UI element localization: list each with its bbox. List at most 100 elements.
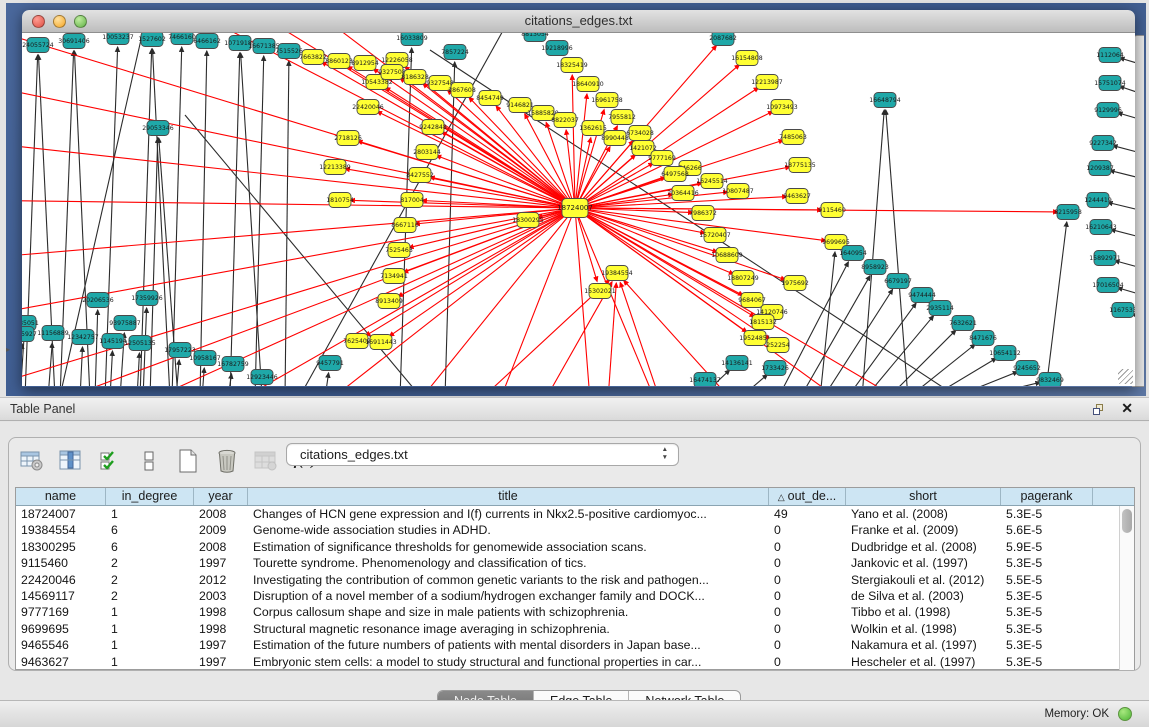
graph-node[interactable]: 8471676 — [969, 331, 997, 346]
graph-node[interactable]: 10688609 — [711, 248, 743, 263]
graph-edge[interactable] — [95, 310, 98, 386]
graph-node[interactable]: 1527602 — [138, 33, 166, 47]
graph-node[interactable]: 8913409 — [375, 294, 403, 309]
graph-edge[interactable] — [1110, 170, 1135, 183]
graph-node[interactable]: 10807487 — [722, 184, 754, 199]
window-resize-grip[interactable] — [1118, 369, 1133, 384]
graph-node[interactable]: 16154808 — [731, 51, 763, 66]
graph-node[interactable]: 7485063 — [779, 130, 807, 145]
graph-edge[interactable] — [1113, 146, 1135, 158]
graph-node[interactable]: 7466160 — [168, 33, 196, 45]
graph-node[interactable]: 1145194 — [99, 334, 127, 349]
graph-node[interactable]: 9777169 — [648, 151, 676, 166]
graph-edge[interactable] — [624, 280, 728, 386]
graph-node[interactable]: 10053237 — [102, 33, 134, 45]
graph-edge[interactable] — [420, 216, 569, 386]
table-row[interactable]: 946362711997Embryonic stem cells: a mode… — [16, 654, 1134, 670]
graph-node[interactable]: 8667110 — [391, 218, 419, 233]
graph-node[interactable]: 16782759 — [217, 357, 249, 372]
column-header-title[interactable]: title — [248, 488, 769, 505]
memory-status-icon[interactable] — [1118, 707, 1132, 721]
graph-node[interactable]: 1815132 — [749, 315, 777, 330]
column-header-short[interactable]: short — [846, 488, 1001, 505]
graph-node[interactable]: 17359926 — [131, 291, 163, 306]
graph-node[interactable]: 10654112 — [989, 346, 1021, 361]
graph-node[interactable]: 8912954 — [351, 56, 379, 71]
graph-node[interactable]: 2718126 — [334, 131, 362, 146]
graph-node[interactable]: 2803144 — [413, 145, 441, 160]
graph-node[interactable]: 7955812 — [608, 110, 636, 125]
table-row[interactable]: 1872400712008Changes of HCN gene express… — [16, 506, 1134, 522]
graph-node[interactable]: 12213389 — [319, 160, 351, 175]
graph-edge[interactable] — [576, 218, 590, 386]
graph-edge[interactable] — [886, 110, 908, 386]
graph-edge[interactable] — [241, 53, 262, 386]
table-row[interactable]: 969969511998Structural magnetic resonanc… — [16, 621, 1134, 637]
create-column-button[interactable] — [173, 447, 203, 475]
graph-node[interactable]: 8958923 — [861, 260, 889, 275]
graph-node[interactable]: 10973493 — [766, 100, 798, 115]
network-view-window[interactable]: citations_edges.txt 18724007240557243069… — [22, 10, 1135, 387]
graph-node[interactable]: 9463627 — [783, 189, 811, 204]
graph-edge[interactable] — [80, 347, 83, 386]
table-select-dropdown[interactable]: citations_edges.txt ▲▼ — [286, 443, 679, 466]
graph-node[interactable]: 9227342 — [1089, 136, 1117, 151]
graph-node[interactable]: 9457791 — [316, 356, 344, 371]
graph-node[interactable]: 6679197 — [884, 274, 912, 289]
table-row[interactable]: 1456911722003Disruption of a novel membe… — [16, 588, 1134, 604]
graph-edge[interactable] — [585, 192, 728, 207]
graph-node[interactable]: 10958167 — [189, 351, 221, 366]
graph-node[interactable]: 8215958 — [1054, 205, 1082, 220]
table-row[interactable]: 2242004622012Investigating the contribut… — [16, 572, 1134, 588]
graph-node[interactable]: 2087682 — [709, 33, 737, 46]
graph-node[interactable]: 9129996 — [1094, 103, 1122, 118]
graph-edge[interactable] — [330, 214, 567, 386]
graph-node[interactable]: 1112064 — [1096, 48, 1124, 63]
graph-node[interactable]: 29053346 — [142, 121, 174, 136]
graph-node[interactable]: 18775135 — [784, 158, 816, 173]
graph-node[interactable]: 1733426 — [761, 361, 789, 376]
network-canvas[interactable]: 1872400724055724306914061005323715276027… — [22, 33, 1135, 386]
panel-collapse-handle-left[interactable]: ▸ — [6, 345, 10, 354]
graph-node[interactable]: 18325419 — [556, 58, 588, 73]
graph-node[interactable]: 15720407 — [699, 228, 731, 243]
graph-node[interactable]: 8454749 — [476, 91, 504, 106]
graph-node[interactable]: 15302021 — [584, 284, 616, 299]
graph-node[interactable]: 8186328 — [401, 70, 429, 85]
column-header-pagerank[interactable]: pagerank — [1001, 488, 1093, 505]
graph-node[interactable]: 16474137 — [689, 373, 721, 387]
graph-node[interactable]: 93975887 — [109, 316, 141, 331]
graph-node[interactable]: 11156889 — [37, 326, 69, 341]
graph-node[interactable]: 9684067 — [738, 293, 766, 308]
close-window-button[interactable] — [32, 15, 45, 28]
graph-edge[interactable] — [800, 276, 870, 386]
graph-edge[interactable] — [862, 110, 884, 386]
graph-edge[interactable] — [578, 218, 597, 282]
graph-node[interactable]: 1810754 — [326, 193, 354, 208]
graph-node[interactable]: 18724007 — [557, 199, 593, 218]
graph-node[interactable]: 1167533 — [1109, 303, 1135, 318]
graph-node[interactable]: 30691406 — [58, 34, 90, 49]
graph-node[interactable]: 15751074 — [1094, 76, 1126, 91]
graph-edge[interactable] — [150, 138, 158, 386]
graph-node[interactable]: 817004 — [400, 193, 424, 208]
graph-node[interactable]: 16648794 — [869, 93, 901, 108]
graph-node[interactable]: 18807249 — [727, 271, 759, 286]
graph-edge[interactable] — [579, 217, 655, 386]
graph-edge[interactable] — [572, 75, 575, 198]
graph-edge[interactable] — [1118, 288, 1135, 300]
graph-node[interactable]: 18640910 — [572, 77, 604, 92]
table-mode-button[interactable] — [17, 447, 47, 475]
graph-node[interactable]: 18300295 — [512, 213, 544, 228]
graph-edge[interactable] — [325, 373, 329, 386]
graph-edge[interactable] — [1118, 113, 1135, 125]
graph-edge[interactable] — [740, 375, 767, 386]
graph-edge[interactable] — [823, 289, 893, 386]
graph-node[interactable]: 7663822 — [299, 50, 327, 65]
graph-node[interactable]: 12923446 — [246, 370, 278, 385]
graph-edge[interactable] — [389, 214, 567, 337]
table-row[interactable]: 911546021997Tourette syndrome. Phenomeno… — [16, 555, 1134, 571]
graph-node[interactable]: 8990448 — [601, 131, 629, 146]
graph-node[interactable]: 12342757 — [67, 330, 99, 345]
graph-node[interactable]: 8427552 — [406, 168, 434, 183]
